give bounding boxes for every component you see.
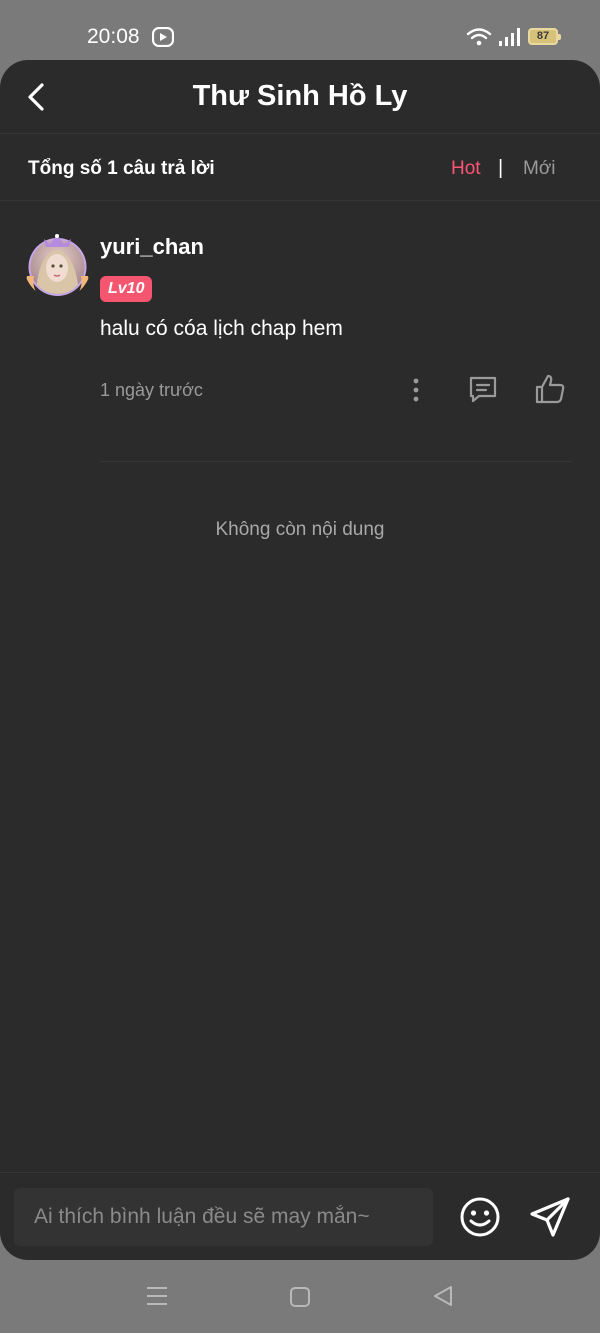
avatar[interactable] [24,232,91,299]
menu-icon[interactable] [145,1284,169,1308]
nav-back-icon[interactable] [431,1284,455,1308]
system-nav-bar [0,1262,600,1333]
signal-icon [499,28,520,46]
battery-level: 87 [536,30,550,42]
status-bar: 20:08 87 [0,0,600,62]
level-badge: Lv10 [100,276,153,302]
comment-input[interactable] [14,1188,433,1246]
screen: 20:08 87 Thư Sinh Hồ Ly Tổng số 1 câu tr… [0,0,600,1333]
top-bar: Thư Sinh Hồ Ly [0,60,600,134]
comments-page: Thư Sinh Hồ Ly Tổng số 1 câu trả lời Hot… [0,60,600,1260]
comment-text: halu có cóa lịch chap hem [100,317,343,340]
send-icon[interactable] [527,1194,573,1240]
page-title: Thư Sinh Hồ Ly [192,80,408,112]
comment-username[interactable]: yuri_chan [100,234,204,260]
status-time: 20:08 [87,25,140,48]
emoji-icon[interactable] [458,1195,502,1239]
wifi-icon [466,28,492,46]
comment-input-bar [0,1172,600,1260]
comment-timestamp: 1 ngày trước [100,380,203,400]
summary-row: Tổng số 1 câu trả lời Hot | Mới [0,134,600,201]
comment-item: yuri_chan Lv10 halu có cóa lịch chap hem… [0,220,600,462]
thumbs-up-icon[interactable] [533,372,567,406]
sort-new-tab[interactable]: Mới [523,158,556,180]
more-options-icon[interactable] [408,375,424,405]
comment-divider [100,461,572,462]
home-icon[interactable] [289,1286,311,1308]
sort-hot-tab[interactable]: Hot [451,158,481,180]
reply-icon[interactable] [467,374,499,406]
end-of-content-label: Không còn nội dung [215,519,385,540]
sort-separator: | [498,157,504,179]
battery-icon: 87 [528,28,561,45]
app-notification-icon [152,27,174,47]
answer-count: Tổng số 1 câu trả lời [28,158,215,179]
